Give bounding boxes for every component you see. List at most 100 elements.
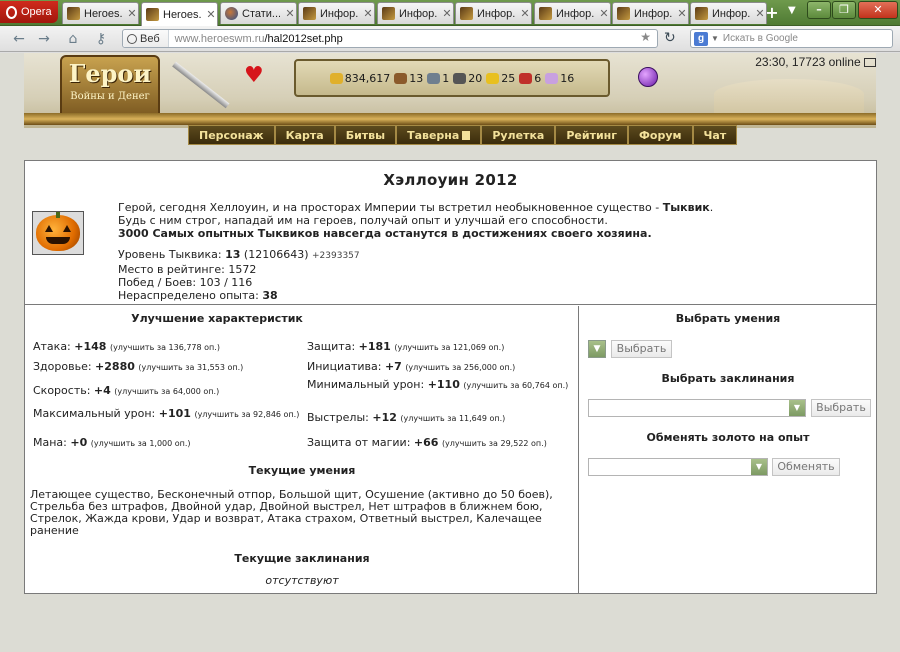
attribute-row[interactable]: Максимальный урон: +101 (улучшить за 92,… <box>33 408 303 421</box>
upgrade-cost-link[interactable]: (улучшить за 92,846 оп.) <box>194 410 299 419</box>
maximize-button[interactable]: ❐ <box>832 1 856 19</box>
minimize-button[interactable]: – <box>807 1 831 19</box>
tab-label: Heroes... <box>84 7 122 20</box>
gold-select[interactable]: ▼ <box>588 458 768 476</box>
potion-flask-icon[interactable] <box>638 67 658 87</box>
attribute-row[interactable]: Здоровье: +2880 (улучшить за 31,553 оп.) <box>33 361 303 374</box>
tab-close-icon[interactable]: ✕ <box>205 8 217 21</box>
improve-title: Улучшение характеристик <box>131 312 303 325</box>
server-status: 23:30, 17723 online <box>734 55 876 69</box>
upgrade-cost-link[interactable]: (улучшить за 64,000 оп.) <box>114 387 219 396</box>
attribute-value: +2880 <box>95 360 135 373</box>
browser-tab[interactable]: Стати... ✕ <box>220 2 297 24</box>
new-tab-button[interactable]: + <box>760 4 784 22</box>
browser-tab[interactable]: Инфор...✕ <box>690 2 767 24</box>
tab-close-icon[interactable]: ✕ <box>598 7 610 20</box>
search-engine-chevron-icon[interactable]: ▼ <box>711 34 719 43</box>
attribute-row[interactable]: Инициатива: +7 (улучшить за 256,000 оп.) <box>307 361 577 374</box>
upgrade-cost-link[interactable]: (улучшить за 136,778 оп.) <box>110 343 220 352</box>
browser-tab[interactable]: Инфор...✕ <box>298 2 375 24</box>
menu-item[interactable]: Рейтинг <box>555 125 629 145</box>
google-icon[interactable]: g <box>694 31 708 46</box>
menu-item[interactable]: Таверна <box>396 125 482 145</box>
reload-icon[interactable]: ↻ <box>664 30 676 46</box>
tab-list-chevron-icon[interactable]: ▼ <box>788 5 796 16</box>
resource-icon <box>519 72 533 84</box>
upgrade-cost-link[interactable]: (улучшить за 29,522 оп.) <box>442 439 547 448</box>
menu-item-label: Чат <box>703 128 727 142</box>
tab-close-icon[interactable]: ✕ <box>441 7 453 20</box>
upgrade-cost-link[interactable]: (улучшить за 60,764 оп.) <box>463 381 568 390</box>
attribute-row[interactable]: Защита: +181 (улучшить за 121,069 оп.) <box>307 341 577 354</box>
globe-favicon-icon <box>225 7 238 20</box>
browser-tab[interactable]: Инфор... ✕ <box>455 2 532 24</box>
heart-icon[interactable]: ♥ <box>244 63 264 88</box>
upgrade-cost-link[interactable]: (улучшить за 1,000 оп.) <box>91 439 191 448</box>
tab-label: Heroes... <box>163 8 201 21</box>
upgrade-cost-link[interactable]: (улучшить за 256,000 оп.) <box>405 363 515 372</box>
exchange-gold-title: Обменять золото на опыт <box>646 431 810 444</box>
menu-item[interactable]: Форум <box>628 125 693 145</box>
attribute-value: +7 <box>384 360 402 373</box>
spells-empty: отсутствуют <box>265 574 339 587</box>
attribute-value: +0 <box>70 436 88 449</box>
browser-tab[interactable]: Инфор... ✕ <box>377 2 454 24</box>
heroes-favicon-icon <box>617 7 630 20</box>
resources-panel: 834,617 13 1 20 25 6 16 <box>294 59 610 97</box>
tab-close-icon[interactable]: ✕ <box>519 7 531 20</box>
mail-icon[interactable] <box>864 58 876 68</box>
address-bar[interactable]: Веб www.heroeswm.ru/hal2012set.php ★ <box>122 29 658 48</box>
browser-tab[interactable]: Инфор...✕ <box>534 2 611 24</box>
resource-icon <box>453 72 467 84</box>
exchange-gold-button[interactable]: Обменять <box>772 458 840 476</box>
key-icon[interactable]: ⚷ <box>92 30 110 48</box>
bookmark-star-icon[interactable]: ★ <box>640 30 651 44</box>
tab-close-icon[interactable]: ✕ <box>126 7 138 20</box>
menu-item[interactable]: Битвы <box>334 125 397 145</box>
tab-label: Инфор... <box>399 7 437 20</box>
attribute-row[interactable]: Выстрелы: +12 (улучшить за 11,649 оп.) <box>307 412 577 425</box>
attribute-row[interactable]: Защита от магии: +66 (улучшить за 29,522… <box>307 437 577 450</box>
attribute-row[interactable]: Атака: +148 (улучшить за 136,778 оп.) <box>33 341 303 354</box>
browser-tab[interactable]: Инфор...✕ <box>612 2 689 24</box>
resource-value: 834,617 <box>344 71 391 85</box>
attribute-row[interactable]: Мана: +0 (улучшить за 1,000 оп.) <box>33 437 303 450</box>
menu-item[interactable]: Рулетка <box>481 125 556 145</box>
browser-navigation-bar: ← → ⌂ ⚷ Веб www.heroeswm.ru/hal2012set.p… <box>0 26 900 52</box>
browser-tab[interactable]: Heroes... ✕ <box>62 2 139 24</box>
back-arrow-icon[interactable]: ← <box>10 30 28 48</box>
upgrade-cost-link[interactable]: (улучшить за 121,069 оп.) <box>394 343 504 352</box>
opera-menu-button[interactable]: Opera <box>0 1 58 23</box>
logo-title: Герои <box>68 59 152 88</box>
web-badge[interactable]: Веб <box>123 30 169 47</box>
upgrade-cost-link[interactable]: (улучшить за 11,649 оп.) <box>400 414 505 423</box>
resource-value: 13 <box>409 71 424 85</box>
spell-select[interactable]: ▼ <box>588 399 806 417</box>
menu-item[interactable]: Персонаж <box>188 125 275 145</box>
attribute-row[interactable]: Скорость: +4 (улучшить за 64,000 оп.) <box>33 385 303 398</box>
skill-select[interactable]: ▼ <box>588 340 606 358</box>
resource-icon <box>427 72 441 84</box>
attribute-label: Выстрелы: <box>307 411 373 424</box>
search-box[interactable]: g ▼ Искать в Google <box>690 29 893 48</box>
pet-stats: Уровень Тыквика: 13 (12106643) +2393357 … <box>118 248 618 302</box>
browser-tab[interactable]: Heroes... ✕ <box>141 2 218 26</box>
tab-label: Инфор... <box>477 7 515 20</box>
tab-close-icon[interactable]: ✕ <box>676 7 688 20</box>
resource-icon <box>394 72 408 84</box>
attribute-value: +181 <box>358 340 391 353</box>
tab-close-icon[interactable]: ✕ <box>284 7 296 20</box>
menu-item[interactable]: Карта <box>274 125 335 145</box>
close-window-button[interactable]: ✕ <box>858 1 898 19</box>
url-text[interactable]: www.heroeswm.ru/hal2012set.php <box>169 33 343 45</box>
home-icon[interactable]: ⌂ <box>64 30 82 48</box>
tab-close-icon[interactable]: ✕ <box>362 7 374 20</box>
menu-item[interactable]: Чат <box>692 125 738 145</box>
attribute-row[interactable]: Минимальный урон: +110 (улучшить за 60,7… <box>307 379 577 392</box>
forward-arrow-icon[interactable]: → <box>35 30 53 48</box>
choose-skill-button[interactable]: Выбрать <box>611 340 672 358</box>
resource-item: 13 <box>394 72 423 85</box>
upgrade-cost-link[interactable]: (улучшить за 31,553 оп.) <box>138 363 243 372</box>
choose-spell-button[interactable]: Выбрать <box>811 399 871 417</box>
game-logo[interactable]: Герои Войны и Денег <box>60 55 160 119</box>
